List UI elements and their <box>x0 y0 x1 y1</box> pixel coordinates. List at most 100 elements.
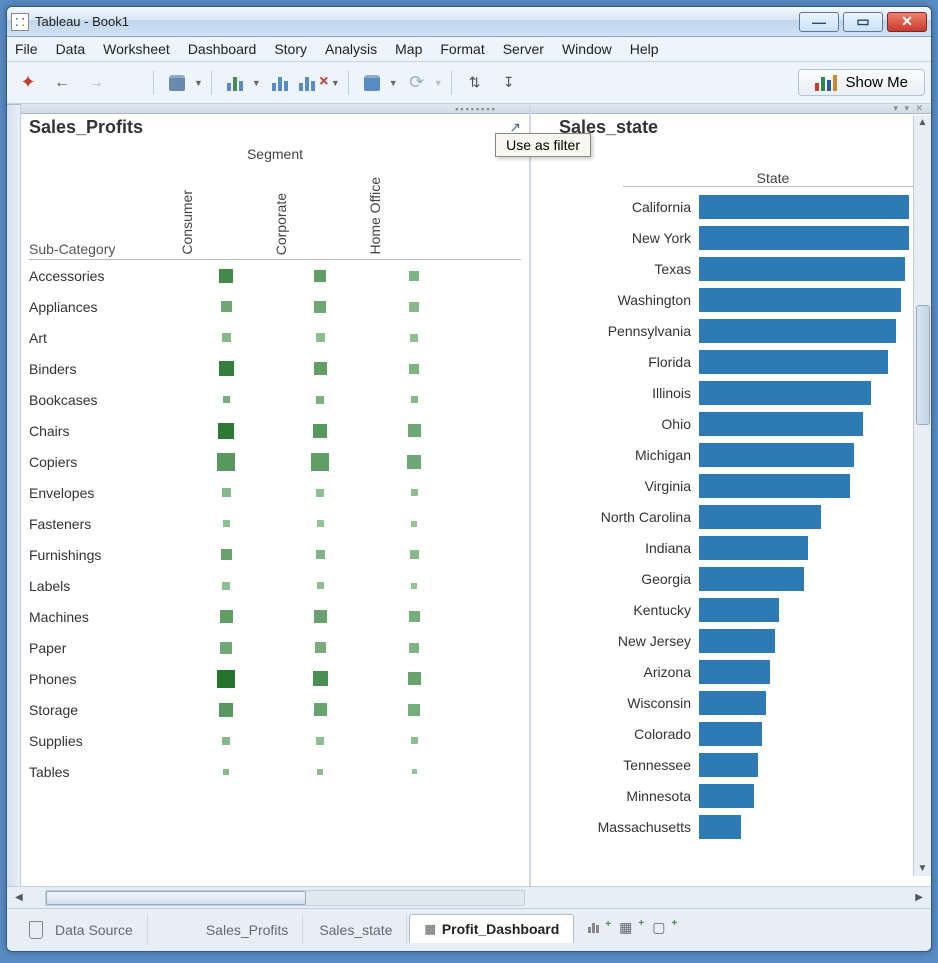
tab-profit-dashboard[interactable]: ▦ Profit_Dashboard <box>409 914 574 943</box>
menu-dashboard[interactable]: Dashboard <box>188 41 257 57</box>
table-row[interactable]: Tennessee <box>539 749 923 780</box>
bar-cell[interactable] <box>699 350 923 374</box>
heatmap-cell[interactable] <box>179 610 273 623</box>
heatmap-cell[interactable] <box>273 610 367 623</box>
table-row[interactable]: Florida <box>539 346 923 377</box>
bar-cell[interactable] <box>699 598 923 622</box>
refresh-button[interactable]: ⟳ <box>402 68 432 98</box>
heatmap-cell[interactable] <box>367 334 461 342</box>
vertical-scrollbar[interactable]: ▲ ▼ <box>913 115 931 876</box>
table-row[interactable]: Michigan <box>539 439 923 470</box>
heatmap-cell[interactable] <box>367 489 461 496</box>
heatmap-cell[interactable] <box>273 424 367 438</box>
table-row[interactable]: Tables <box>29 756 521 787</box>
forward-button[interactable]: → <box>81 68 111 98</box>
menu-format[interactable]: Format <box>440 41 484 57</box>
tableau-logo-icon[interactable]: ✦ <box>13 68 43 98</box>
table-row[interactable]: Pennsylvania <box>539 315 923 346</box>
table-row[interactable]: Phones <box>29 663 521 694</box>
bar-cell[interactable] <box>699 226 923 250</box>
heatmap-cell[interactable] <box>367 583 461 589</box>
table-row[interactable]: Fasteners <box>29 508 521 539</box>
heatmap-cell[interactable] <box>179 361 273 376</box>
bar-cell[interactable] <box>699 319 923 343</box>
new-worksheet-tab[interactable]: + <box>588 919 605 938</box>
scroll-up-icon[interactable]: ▲ <box>918 115 928 130</box>
bar-cell[interactable] <box>699 381 923 405</box>
table-row[interactable]: Machines <box>29 601 521 632</box>
scroll-down-icon[interactable]: ▼ <box>918 861 928 876</box>
heatmap-cell[interactable] <box>179 301 273 312</box>
dropdown-icon[interactable]: ▼ <box>389 78 398 88</box>
heatmap-cell[interactable] <box>273 362 367 375</box>
new-dashboard-tab[interactable]: ▦+ <box>619 919 638 938</box>
heatmap-cell[interactable] <box>367 643 461 653</box>
bar-cell[interactable] <box>699 567 923 591</box>
new-datasource-button[interactable] <box>162 68 192 98</box>
menu-window[interactable]: Window <box>562 41 612 57</box>
table-row[interactable]: Envelopes <box>29 477 521 508</box>
heatmap-cell[interactable] <box>273 520 367 527</box>
heatmap-cell[interactable] <box>367 737 461 744</box>
panel-sales-profits[interactable]: Sales_Profits ↗ Use as filter Segment Su… <box>21 105 531 886</box>
heatmap-cell[interactable] <box>273 642 367 653</box>
bar-cell[interactable] <box>699 505 923 529</box>
duplicate-sheet-button[interactable] <box>265 68 295 98</box>
heatmap-cell[interactable] <box>367 271 461 281</box>
heatmap-cell[interactable] <box>179 333 273 342</box>
heatmap-cell[interactable] <box>273 550 367 559</box>
table-row[interactable]: Chairs <box>29 415 521 446</box>
heatmap-cell[interactable] <box>179 453 273 471</box>
heatmap-cell[interactable] <box>179 520 273 527</box>
heatmap-cell[interactable] <box>367 396 461 403</box>
close-button[interactable]: ✕ <box>887 12 927 32</box>
table-row[interactable]: Labels <box>29 570 521 601</box>
table-row[interactable]: Appliances <box>29 291 521 322</box>
heatmap-cell[interactable] <box>367 424 461 437</box>
table-row[interactable]: Colorado <box>539 718 923 749</box>
table-row[interactable]: North Carolina <box>539 501 923 532</box>
table-row[interactable]: Virginia <box>539 470 923 501</box>
heatmap-cell[interactable] <box>273 489 367 497</box>
heatmap-cell[interactable] <box>273 453 367 471</box>
bar-cell[interactable] <box>699 753 923 777</box>
scroll-right-icon[interactable]: ▶ <box>911 892 927 903</box>
minimize-button[interactable]: — <box>799 12 839 32</box>
scroll-thumb[interactable] <box>46 891 306 905</box>
heatmap-cell[interactable] <box>367 521 461 527</box>
heatmap-cell[interactable] <box>179 396 273 403</box>
bar-cell[interactable] <box>699 691 923 715</box>
bar-cell[interactable] <box>699 815 923 839</box>
bar-cell[interactable] <box>699 443 923 467</box>
panel-sales-state[interactable]: Sales_state State CaliforniaNew YorkTexa… <box>531 105 931 886</box>
clear-sheet-button[interactable] <box>299 68 329 98</box>
heatmap-cell[interactable] <box>179 423 273 439</box>
heatmap-cell[interactable] <box>273 737 367 745</box>
bar-cell[interactable] <box>699 722 923 746</box>
menu-story[interactable]: Story <box>274 41 307 57</box>
dropdown-icon[interactable]: ▼ <box>434 78 443 88</box>
table-row[interactable]: Arizona <box>539 656 923 687</box>
col-home-office[interactable]: Home Office <box>367 175 461 257</box>
maximize-button[interactable]: ▭ <box>843 12 883 32</box>
table-row[interactable]: Accessories <box>29 260 521 291</box>
tab-data-source[interactable]: Data Source <box>15 913 148 945</box>
heatmap-cell[interactable] <box>179 488 273 497</box>
table-row[interactable]: Storage <box>29 694 521 725</box>
table-row[interactable]: Binders <box>29 353 521 384</box>
heatmap-cell[interactable] <box>367 704 461 716</box>
heatmap-cell[interactable] <box>179 549 273 560</box>
table-row[interactable]: Kentucky <box>539 594 923 625</box>
heatmap-cell[interactable] <box>179 670 273 688</box>
table-row[interactable]: Illinois <box>539 377 923 408</box>
menu-worksheet[interactable]: Worksheet <box>103 41 170 57</box>
menu-map[interactable]: Map <box>395 41 422 57</box>
table-row[interactable]: Washington <box>539 284 923 315</box>
heatmap-cell[interactable] <box>179 703 273 717</box>
back-button[interactable]: ← <box>47 68 77 98</box>
table-row[interactable]: Georgia <box>539 563 923 594</box>
heatmap-cell[interactable] <box>179 582 273 590</box>
heatmap-cell[interactable] <box>273 270 367 282</box>
heatmap-cell[interactable] <box>273 301 367 313</box>
bar-cell[interactable] <box>699 536 923 560</box>
